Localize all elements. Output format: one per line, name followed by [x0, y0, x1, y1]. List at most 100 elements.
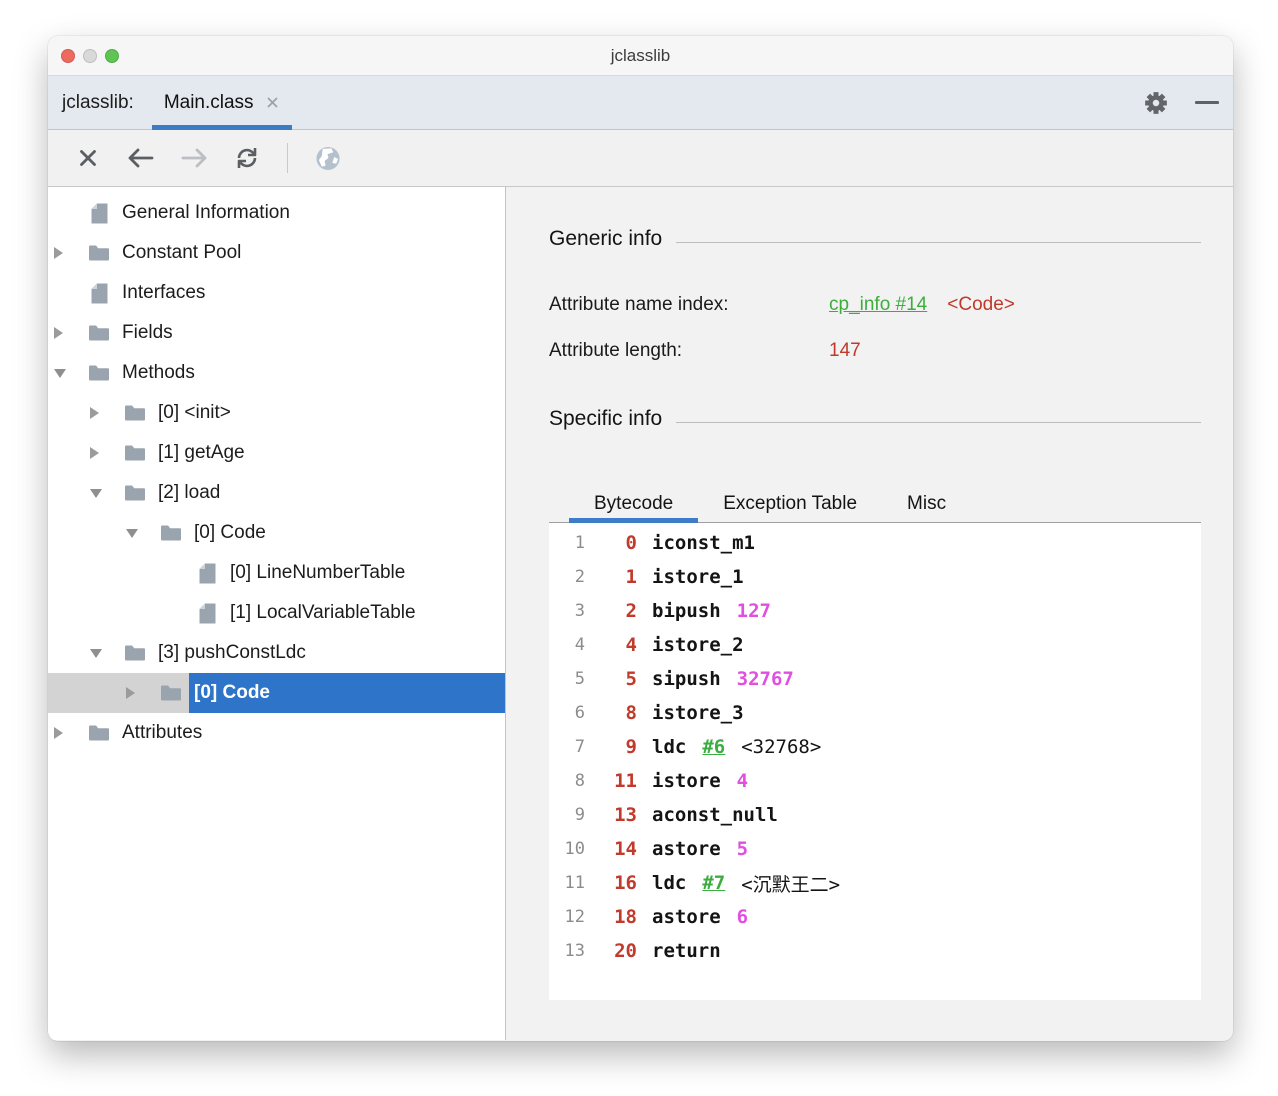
folder-icon [123, 404, 147, 422]
line-number: 2 [557, 567, 585, 587]
tree-item[interactable]: [0] Code [48, 673, 505, 713]
tree-item-label: [1] getAge [158, 442, 245, 464]
chevron-right-icon[interactable] [54, 247, 87, 259]
tab-close-icon[interactable] [265, 95, 280, 110]
tree-item[interactable]: Attributes [48, 713, 505, 753]
chevron-right-icon[interactable] [90, 447, 123, 459]
tree-item[interactable]: [1] LocalVariableTable [48, 593, 505, 633]
line-number: 8 [557, 771, 585, 791]
operand: 127 [737, 600, 771, 622]
attribute-type-value: <Code> [947, 294, 1015, 316]
tab-bytecode[interactable]: Bytecode [569, 486, 698, 522]
tab-main-class[interactable]: Main.class [152, 76, 292, 129]
instruction-offset: 8 [585, 702, 637, 724]
operand: 4 [737, 770, 748, 792]
document-icon [195, 563, 219, 584]
tree-item[interactable]: Constant Pool [48, 233, 505, 273]
chevron-right-icon[interactable] [126, 687, 159, 699]
refresh-icon[interactable] [234, 145, 260, 171]
tree-item[interactable]: [2] load [48, 473, 505, 513]
folder-icon [159, 684, 183, 702]
tree-item[interactable]: Methods [48, 353, 505, 393]
mnemonic: iconst_m1 [652, 532, 755, 554]
instruction-offset: 16 [585, 872, 637, 894]
tree-item[interactable]: [0] <init> [48, 393, 505, 433]
mnemonic: return [652, 940, 721, 962]
instruction-offset: 11 [585, 770, 637, 792]
instruction-offset: 0 [585, 532, 637, 554]
document-icon [87, 203, 111, 224]
folder-icon [123, 644, 147, 662]
attribute-name-index-label: Attribute name index: [549, 294, 829, 316]
bytecode-line: 1218astore6 [557, 900, 1201, 934]
chevron-right-icon[interactable] [90, 407, 123, 419]
specific-info-tabs: BytecodeException TableMisc [549, 483, 1201, 523]
tab-exception-table[interactable]: Exception Table [698, 486, 882, 522]
attribute-length-value: 147 [829, 340, 861, 362]
close-file-icon[interactable] [75, 145, 101, 171]
constant-pool-link[interactable]: cp_info #14 [829, 294, 927, 316]
header-rule [676, 242, 1201, 243]
bytecode-line: 44istore_2 [557, 628, 1201, 662]
line-number: 7 [557, 737, 585, 757]
tree-item-label: [0] Code [189, 673, 505, 713]
bytecode-line: 913aconst_null [557, 798, 1201, 832]
chevron-down-icon[interactable] [90, 649, 123, 658]
tree-item[interactable]: [1] getAge [48, 433, 505, 473]
mnemonic: istore [652, 770, 721, 792]
chevron-down-icon[interactable] [90, 489, 123, 498]
operand: 32767 [737, 668, 794, 690]
operand: <沉默王二> [741, 870, 840, 897]
line-number: 9 [557, 805, 585, 825]
chevron-down-icon[interactable] [54, 369, 87, 378]
chevron-right-icon[interactable] [54, 727, 87, 739]
bytecode-line: 1116ldc#7<沉默王二> [557, 866, 1201, 900]
folder-icon [87, 364, 111, 382]
folder-icon [123, 444, 147, 462]
tree-item[interactable]: General Information [48, 193, 505, 233]
title-bar: jclasslib [48, 36, 1233, 76]
tab-misc[interactable]: Misc [882, 486, 971, 522]
tree-item-label: General Information [122, 202, 290, 224]
line-number: 10 [557, 839, 585, 859]
tree-item[interactable]: [3] pushConstLdc [48, 633, 505, 673]
chevron-down-icon[interactable] [126, 529, 159, 538]
forward-arrow-icon[interactable] [181, 145, 207, 171]
editor-tab-bar: jclasslib: Main.class [48, 76, 1233, 130]
tree-item-label: [0] Code [194, 522, 266, 544]
bytecode-line: 1014astore5 [557, 832, 1201, 866]
attribute-name-index-row: Attribute name index: cp_info #14 <Code> [549, 291, 1201, 319]
back-arrow-icon[interactable] [128, 145, 154, 171]
bytecode-line: 10iconst_m1 [557, 526, 1201, 560]
instruction-offset: 9 [585, 736, 637, 758]
chevron-right-icon[interactable] [54, 327, 87, 339]
tree-item-label: [0] LineNumberTable [230, 562, 405, 584]
settings-gear-icon[interactable] [1143, 90, 1169, 116]
generic-info-title: Generic info [549, 227, 662, 251]
instruction-offset: 18 [585, 906, 637, 928]
file-tree: General Information Constant Pool Interfac… [48, 187, 505, 1040]
mnemonic: ldc [652, 736, 686, 758]
folder-icon [123, 484, 147, 502]
toolbar-separator [287, 143, 288, 173]
specific-info-title: Specific info [549, 407, 662, 431]
document-icon [195, 603, 219, 624]
tree-item-label: [0] <init> [158, 402, 231, 424]
tree-item[interactable]: Interfaces [48, 273, 505, 313]
mnemonic: aconst_null [652, 804, 778, 826]
tree-item[interactable]: [0] Code [48, 513, 505, 553]
tree-item-label: Constant Pool [122, 242, 241, 264]
globe-icon[interactable] [315, 145, 341, 171]
mnemonic: astore [652, 838, 721, 860]
tree-item[interactable]: [0] LineNumberTable [48, 553, 505, 593]
instruction-offset: 5 [585, 668, 637, 690]
constant-pool-operand-link[interactable]: #7 [702, 872, 725, 894]
window-title: jclasslib [48, 46, 1233, 66]
mnemonic: sipush [652, 668, 721, 690]
minimize-panel-icon[interactable] [1195, 101, 1219, 104]
operand: 5 [737, 838, 748, 860]
line-number: 11 [557, 873, 585, 893]
tree-item[interactable]: Fields [48, 313, 505, 353]
bytecode-line: 68istore_3 [557, 696, 1201, 730]
constant-pool-operand-link[interactable]: #6 [702, 736, 725, 758]
